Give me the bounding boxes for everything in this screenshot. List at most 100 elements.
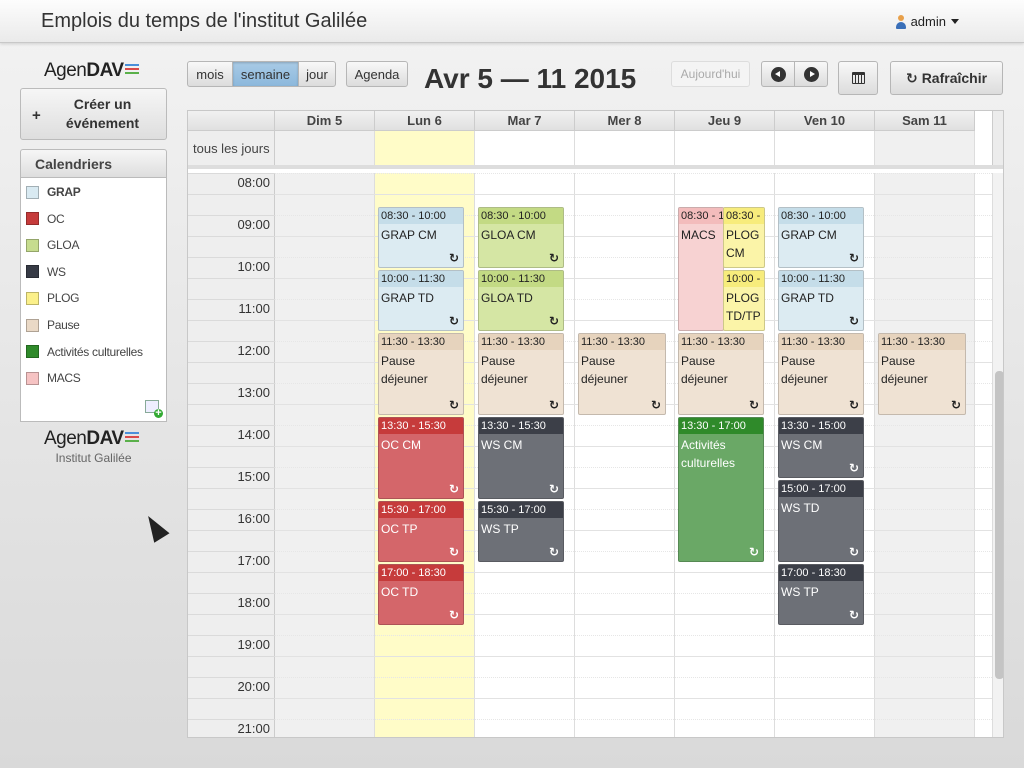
calendars-header[interactable]: Calendriers [20, 149, 167, 178]
event-block[interactable]: 11:30 - 13:30 Pause déjeuner ↻ [378, 332, 464, 415]
next-week-button[interactable] [794, 61, 828, 87]
event-block[interactable]: 08:30 - 10:00 GLOA CM ↻ [478, 206, 564, 268]
day-header: Lun 6 [375, 111, 475, 131]
time-grid-line [188, 593, 275, 594]
time-label: 12:00 [237, 343, 270, 358]
date-picker-button[interactable] [838, 61, 878, 95]
time-grid-line [188, 278, 275, 279]
refresh-button[interactable]: ↻ Rafraîchir [890, 61, 1003, 95]
time-grid-line [188, 635, 275, 636]
all-day-cell[interactable] [875, 131, 975, 165]
logo-dav: DAV [86, 60, 124, 81]
calendar-item[interactable]: PLOG [26, 290, 79, 306]
calendar-name: GLOA [47, 238, 80, 253]
event-block[interactable]: 15:30 - 17:00 OC TP ↻ [378, 500, 464, 562]
grid-line [275, 656, 992, 657]
calendar-name: Activités culturelles [47, 344, 143, 359]
time-grid-line [188, 488, 275, 489]
event-title: PLOG TD/TP [726, 290, 761, 323]
view-month-button[interactable]: mois [187, 61, 233, 87]
event-block[interactable]: 11:30 - 13:30 Pause déjeuner ↻ [878, 332, 966, 415]
time-grid-line [188, 614, 275, 615]
event-block[interactable]: 08:30 - 10:00 GRAP CM ↻ [778, 206, 864, 268]
recurring-icon: ↻ [548, 397, 559, 412]
calendar-item[interactable]: Activités culturelles [26, 344, 143, 360]
calendar-name: GRAP [47, 185, 81, 199]
event-time: 08:30 - 10:00 [379, 207, 463, 224]
calendar-item[interactable]: GLOA [26, 237, 79, 253]
all-day-cell[interactable] [575, 131, 675, 165]
event-block[interactable]: 13:30 - 15:30 OC CM ↻ [378, 416, 464, 499]
refresh-label: Rafraîchir [921, 70, 988, 86]
event-title: GRAP CM [381, 227, 437, 242]
event-time: 08:30 - 10:00 [479, 207, 563, 224]
event-block[interactable]: 10:00 - 11:30 GLOA TD ↻ [478, 269, 564, 331]
recurring-icon: ↻ [748, 544, 759, 559]
all-day-cell[interactable] [275, 131, 375, 165]
logo-footer-bars-icon [124, 432, 139, 444]
calendar-item[interactable]: Pause [26, 317, 80, 333]
event-block[interactable]: 15:00 - 17:00 WS TD ↻ [778, 479, 864, 562]
scrollbar-thumb[interactable] [995, 371, 1003, 679]
view-agenda-button[interactable]: Agenda [346, 61, 408, 87]
calendar-item[interactable]: OC [26, 211, 65, 227]
all-day-cell[interactable] [675, 131, 775, 165]
vertical-scrollbar[interactable] [992, 173, 1003, 737]
calendar-name: OC [47, 211, 65, 226]
all-day-cell[interactable] [375, 131, 475, 165]
user-menu[interactable]: admin [895, 14, 959, 29]
event-title: OC CM [381, 437, 421, 452]
institution-name: Institut Galilée [55, 451, 132, 465]
calendar-color-swatch [26, 238, 39, 252]
event-block[interactable]: 11:30 - 13:30 Pause déjeuner ↻ [778, 332, 864, 415]
calendar-name: PLOG [47, 291, 80, 306]
time-grid-line [188, 404, 275, 405]
event-time: 11:30 - 13:30 [879, 333, 965, 350]
calendar-item[interactable]: MACS [26, 370, 81, 386]
event-block[interactable]: 08:30 - 1 MACS [678, 206, 724, 331]
recurring-icon: ↻ [448, 544, 459, 559]
create-event-label: Créer un événement [65, 96, 140, 131]
recurring-icon: ↻ [548, 481, 559, 496]
time-grid-line [188, 194, 275, 195]
calendar-item[interactable]: GRAP [26, 184, 81, 200]
event-block[interactable]: 17:00 - 18:30 WS TP ↻ [778, 563, 864, 625]
all-day-cell[interactable] [475, 131, 575, 165]
event-block[interactable]: 10:00 - 11:30 GRAP TD ↻ [378, 269, 464, 331]
event-title: GRAP TD [781, 290, 834, 305]
today-button[interactable]: Aujourd'hui [671, 61, 750, 87]
event-block[interactable]: 08:30 - 1 PLOG CM [723, 206, 765, 268]
view-day-button[interactable]: jour [298, 61, 336, 87]
event-block[interactable]: 08:30 - 10:00 GRAP CM ↻ [378, 206, 464, 268]
add-calendar-icon[interactable] [145, 400, 163, 418]
event-block[interactable]: 13:30 - 17:00 Activités culturelles ↻ [678, 416, 764, 562]
time-grid-line [188, 698, 275, 699]
event-block[interactable]: 10:00 - 1 PLOG TD/TP [723, 269, 765, 331]
view-week-button[interactable]: semaine [232, 61, 299, 87]
time-label: 18:00 [237, 595, 270, 610]
grid-line [275, 677, 992, 678]
event-block[interactable]: 11:30 - 13:30 Pause déjeuner ↻ [678, 332, 764, 415]
event-time: 11:30 - 13:30 [479, 333, 563, 350]
event-block[interactable]: 15:30 - 17:00 WS TP ↻ [478, 500, 564, 562]
all-day-cell[interactable] [775, 131, 875, 165]
recurring-icon: ↻ [848, 607, 859, 622]
agendav-logo: AgenDAV [44, 60, 139, 82]
event-block[interactable]: 11:30 - 13:30 Pause déjeuner ↻ [478, 332, 564, 415]
event-title: GRAP TD [381, 290, 434, 305]
event-block[interactable]: 13:30 - 15:00 WS CM ↻ [778, 416, 864, 478]
event-block[interactable]: 11:30 - 13:30 Pause déjeuner ↻ [578, 332, 666, 415]
event-block[interactable]: 10:00 - 11:30 GRAP TD ↻ [778, 269, 864, 331]
calendar-name: Pause [47, 318, 80, 332]
calendar-grid[interactable]: 08:30 - 10:00 GRAP CM ↻ 10:00 - 11:30 GRAP T… [275, 173, 992, 737]
calendar-item[interactable]: WS [26, 264, 66, 280]
caret-down-icon [951, 19, 959, 24]
event-time: 13:30 - 17:00 [679, 417, 763, 434]
event-block[interactable]: 17:00 - 18:30 OC TD ↻ [378, 563, 464, 625]
time-grid-line [188, 425, 275, 426]
event-block[interactable]: 13:30 - 15:30 WS CM ↻ [478, 416, 564, 499]
prev-week-button[interactable] [761, 61, 795, 87]
create-event-button[interactable]: + Créer un événement [20, 88, 167, 140]
user-name: admin [910, 14, 946, 29]
time-label: 09:00 [237, 217, 270, 232]
